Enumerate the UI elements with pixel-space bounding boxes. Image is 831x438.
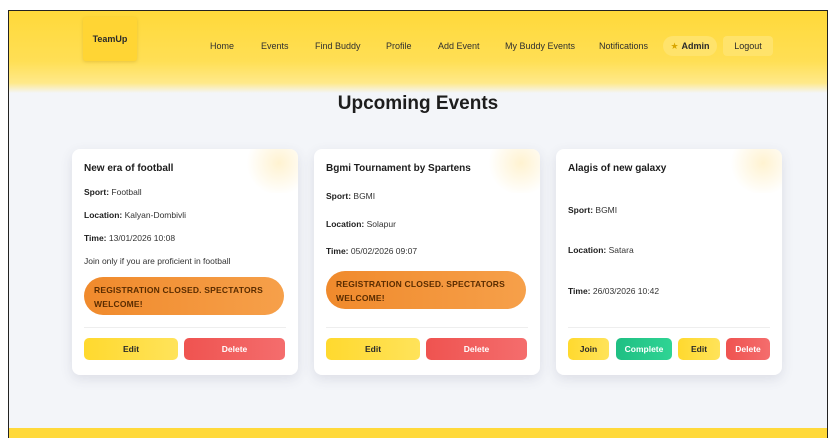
registration-closed-banner: REGISTRATION CLOSED. SPECTATORS WELCOME! (84, 277, 284, 315)
location-value: Solapur (366, 219, 396, 229)
edit-button[interactable]: Edit (84, 338, 178, 360)
nav-link-my-buddy-events[interactable]: My Buddy Events (505, 41, 575, 51)
event-sport: Sport: BGMI (326, 191, 375, 201)
event-location: Location: Satara (568, 245, 634, 255)
edit-button[interactable]: Edit (326, 338, 420, 360)
sport-label: Sport: (326, 191, 352, 201)
sport-value: BGMI (595, 205, 618, 215)
page-title: Upcoming Events (337, 93, 499, 114)
complete-button[interactable]: Complete (616, 338, 672, 360)
app-window: TeamUp Home Events Find Buddy Profile Ad… (8, 10, 828, 438)
event-title: New era of football (84, 163, 174, 174)
nav-link-profile[interactable]: Profile (386, 41, 412, 51)
event-card: New era of football Sport: Football Loca… (72, 149, 298, 375)
time-label: Time: (568, 286, 591, 296)
nav-link-add-event[interactable]: Add Event (438, 41, 480, 51)
sport-label: Sport: (568, 205, 594, 215)
event-time: Time: 26/03/2026 10:42 (568, 286, 659, 296)
event-time: Time: 05/02/2026 09:07 (326, 246, 417, 256)
event-location: Location: Solapur (326, 219, 396, 229)
time-value: 05/02/2026 09:07 (350, 246, 418, 256)
nav-link-notifications[interactable]: Notifications (599, 41, 648, 51)
event-description: Join only if you are proficient in footb… (84, 256, 231, 266)
sport-label: Sport: (84, 187, 110, 197)
time-value: 26/03/2026 10:42 (592, 286, 660, 296)
nav-link-events[interactable]: Events (261, 41, 289, 51)
event-time: Time: 13/01/2026 10:08 (84, 233, 175, 243)
event-card: Bgmi Tournament by Spartens Sport: BGMI … (314, 149, 540, 375)
time-label: Time: (84, 233, 107, 243)
event-sport: Sport: BGMI (568, 205, 617, 215)
star-icon: ★ (670, 40, 679, 51)
location-value: Satara (608, 245, 634, 255)
sport-value: Football (111, 187, 142, 197)
nav-link-home[interactable]: Home (210, 41, 234, 51)
card-divider (326, 327, 528, 328)
location-label: Location: (326, 219, 365, 229)
event-card: Alagis of new galaxy Sport: BGMI Locatio… (556, 149, 782, 375)
edit-button[interactable]: Edit (678, 338, 720, 360)
admin-label: Admin (681, 41, 710, 51)
event-sport: Sport: Football (84, 187, 142, 197)
registration-closed-banner: REGISTRATION CLOSED. SPECTATORS WELCOME! (326, 271, 526, 309)
event-location: Location: Kalyan-Dombivli (84, 210, 186, 220)
time-label: Time: (326, 246, 349, 256)
event-title: Bgmi Tournament by Spartens (326, 163, 471, 174)
location-label: Location: (84, 210, 123, 220)
footer-bar (9, 428, 827, 438)
time-value: 13/01/2026 10:08 (108, 233, 176, 243)
navbar-fade (9, 83, 827, 93)
location-value: Kalyan-Dombivli (124, 210, 187, 220)
card-divider (84, 327, 286, 328)
navbar: TeamUp Home Events Find Buddy Profile Ad… (9, 11, 827, 83)
event-title: Alagis of new galaxy (568, 163, 667, 174)
nav-link-find-buddy[interactable]: Find Buddy (315, 41, 361, 51)
delete-button[interactable]: Delete (184, 338, 285, 360)
logout-button[interactable]: Logout (723, 36, 773, 56)
delete-button[interactable]: Delete (726, 338, 770, 360)
location-label: Location: (568, 245, 607, 255)
card-divider (568, 327, 770, 328)
join-button[interactable]: Join (568, 338, 609, 360)
sport-value: BGMI (353, 191, 376, 201)
delete-button[interactable]: Delete (426, 338, 527, 360)
admin-badge[interactable]: ★ Admin (663, 36, 717, 56)
